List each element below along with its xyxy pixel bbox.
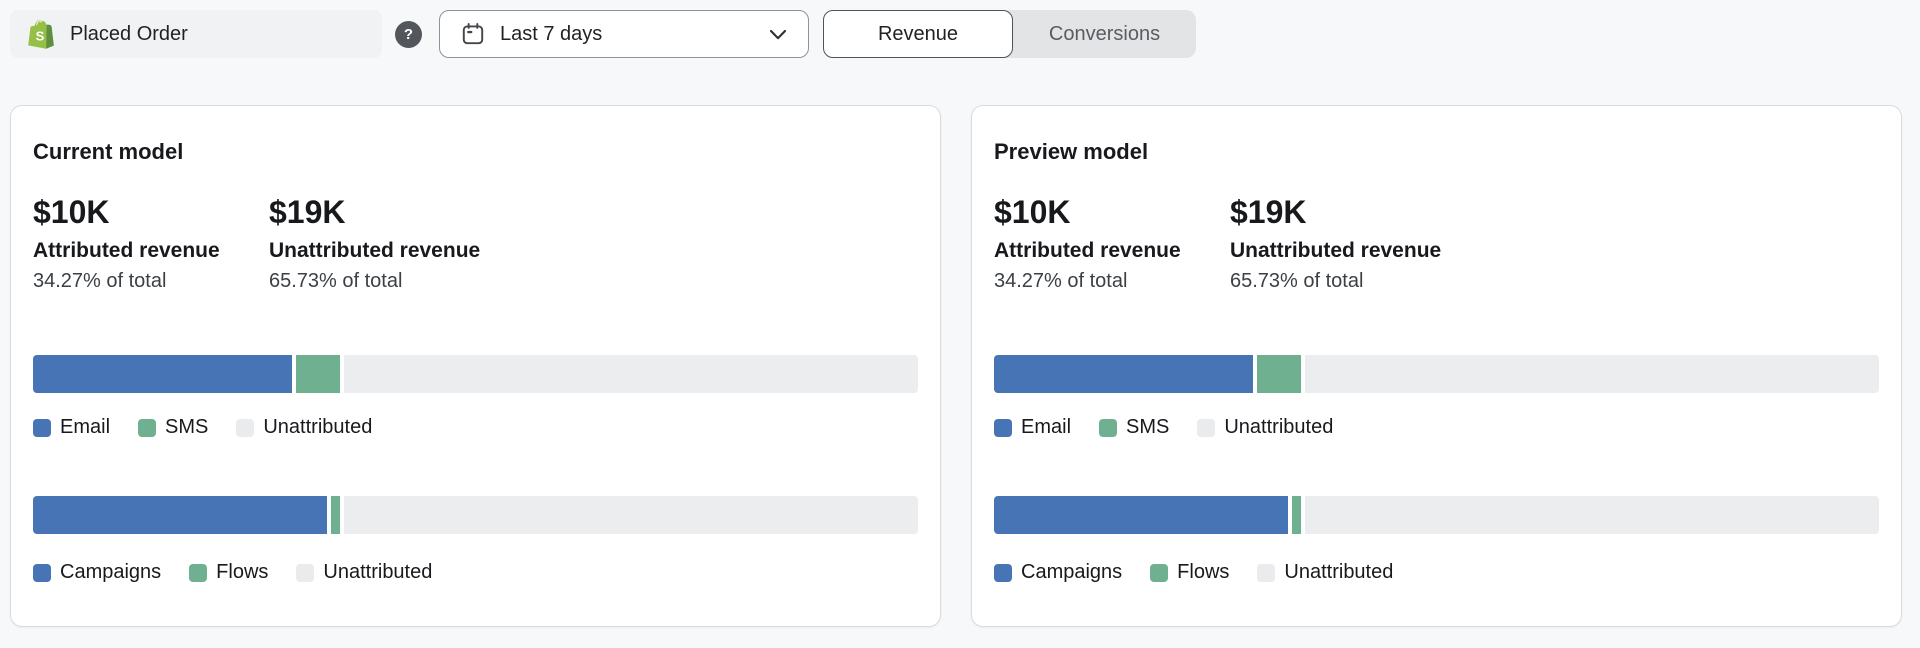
legend-label: Flows (216, 561, 268, 584)
metric-chip-label: Placed Order (70, 23, 188, 46)
channel-revenue-bar (994, 355, 1879, 393)
sms-swatch (1099, 419, 1117, 437)
current-model-card: Current model $10K Attributed revenue 34… (10, 105, 941, 627)
toggle-option-conversions[interactable]: Conversions (1013, 10, 1196, 58)
stat-label: Attributed revenue (33, 239, 269, 263)
unattributed-revenue-stat: $19K Unattributed revenue 65.73% of tota… (1230, 195, 1879, 293)
email-swatch (33, 419, 51, 437)
legend-label: Unattributed (1224, 416, 1333, 439)
calendar-icon (460, 21, 486, 47)
legend-label: Email (60, 416, 110, 439)
legend-label: Unattributed (1284, 561, 1393, 584)
unattributed-swatch (1197, 419, 1215, 437)
bar-segment-campaigns (33, 496, 327, 534)
legend-item-sms: SMS (1099, 416, 1169, 439)
unattributed-swatch (236, 419, 254, 437)
channel-legend: Email SMS Unattributed (994, 416, 1879, 439)
legend-label: Campaigns (1021, 561, 1122, 584)
legend-item-unattributed: Unattributed (1257, 561, 1393, 584)
unattributed-swatch (296, 564, 314, 582)
help-glyph: ? (404, 26, 413, 43)
legend-item-email: Email (994, 416, 1071, 439)
toggle-option-revenue[interactable]: Revenue (823, 10, 1013, 58)
stat-sub: 34.27% of total (33, 270, 269, 293)
bar-segment-email (33, 355, 292, 393)
channel-revenue-bar (33, 355, 918, 393)
legend-label: Email (1021, 416, 1071, 439)
legend-label: Unattributed (323, 561, 432, 584)
email-swatch (994, 419, 1012, 437)
toolbar: S Placed Order ? Last 7 days Revenue Con… (0, 0, 1920, 58)
bar-segment-unattributed (344, 496, 918, 534)
stat-label: Unattributed revenue (269, 239, 918, 263)
legend-label: Campaigns (60, 561, 161, 584)
bar-segment-unattributed (344, 355, 918, 393)
message-type-legend: Campaigns Flows Unattributed (33, 561, 918, 584)
preview-model-card: Preview model $10K Attributed revenue 34… (971, 105, 1902, 627)
stat-sub: 34.27% of total (994, 270, 1230, 293)
card-title: Preview model (994, 139, 1879, 165)
stat-sub: 65.73% of total (269, 270, 918, 293)
svg-text:S: S (36, 29, 45, 44)
sms-swatch (138, 419, 156, 437)
help-icon[interactable]: ? (395, 21, 422, 48)
bar-segment-flows (1292, 496, 1301, 534)
legend-label: SMS (1126, 416, 1169, 439)
legend-item-unattributed: Unattributed (1197, 416, 1333, 439)
date-range-dropdown[interactable]: Last 7 days (439, 10, 809, 58)
stat-value: $19K (1230, 195, 1879, 230)
bar-segment-unattributed (1305, 355, 1879, 393)
flows-swatch (1150, 564, 1168, 582)
bar-segment-email (994, 355, 1253, 393)
campaigns-swatch (994, 564, 1012, 582)
unattributed-swatch (1257, 564, 1275, 582)
legend-label: Unattributed (263, 416, 372, 439)
stat-value: $19K (269, 195, 918, 230)
unattributed-revenue-stat: $19K Unattributed revenue 65.73% of tota… (269, 195, 918, 293)
stat-label: Unattributed revenue (1230, 239, 1879, 263)
legend-label: Flows (1177, 561, 1229, 584)
view-toggle: Revenue Conversions (823, 10, 1196, 58)
legend-label: SMS (165, 416, 208, 439)
channel-legend: Email SMS Unattributed (33, 416, 918, 439)
legend-item-unattributed: Unattributed (296, 561, 432, 584)
legend-item-campaigns: Campaigns (33, 561, 161, 584)
bar-segment-sms (296, 355, 340, 393)
metric-selector-chip[interactable]: S Placed Order (10, 10, 382, 58)
card-title: Current model (33, 139, 918, 165)
legend-item-flows: Flows (1150, 561, 1229, 584)
legend-item-unattributed: Unattributed (236, 416, 372, 439)
revenue-stats: $10K Attributed revenue 34.27% of total … (33, 195, 918, 293)
legend-item-email: Email (33, 416, 110, 439)
chevron-down-icon (766, 22, 790, 46)
stat-value: $10K (994, 195, 1230, 230)
bar-segment-flows (331, 496, 340, 534)
bar-segment-campaigns (994, 496, 1288, 534)
attributed-revenue-stat: $10K Attributed revenue 34.27% of total (33, 195, 269, 293)
message-type-revenue-bar (994, 496, 1879, 534)
campaigns-swatch (33, 564, 51, 582)
legend-item-flows: Flows (189, 561, 268, 584)
shopify-bag-icon: S (26, 19, 54, 49)
flows-swatch (189, 564, 207, 582)
bar-segment-sms (1257, 355, 1301, 393)
stat-sub: 65.73% of total (1230, 270, 1879, 293)
legend-item-sms: SMS (138, 416, 208, 439)
model-comparison: Current model $10K Attributed revenue 34… (10, 105, 1902, 627)
message-type-legend: Campaigns Flows Unattributed (994, 561, 1879, 584)
revenue-stats: $10K Attributed revenue 34.27% of total … (994, 195, 1879, 293)
legend-item-campaigns: Campaigns (994, 561, 1122, 584)
bar-segment-unattributed (1305, 496, 1879, 534)
stat-label: Attributed revenue (994, 239, 1230, 263)
message-type-revenue-bar (33, 496, 918, 534)
stat-value: $10K (33, 195, 269, 230)
attributed-revenue-stat: $10K Attributed revenue 34.27% of total (994, 195, 1230, 293)
date-range-value: Last 7 days (500, 23, 602, 46)
